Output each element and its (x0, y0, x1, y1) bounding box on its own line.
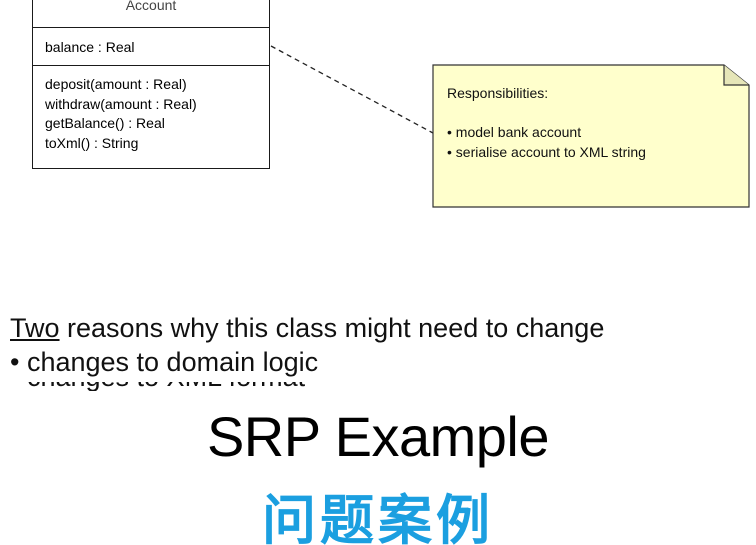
reason-item-domain-logic: • changes to domain logic (10, 347, 319, 377)
operation-deposit: deposit(amount : Real) (45, 76, 187, 92)
note-title: Responsibilities: (447, 85, 549, 101)
reason-item-xml-format: • changes to XML format (10, 382, 310, 391)
operations-compartment: deposit(amount : Real) withdraw(amount :… (45, 75, 197, 153)
class-name-compartment: Account (33, 0, 269, 28)
operation-withdraw: withdraw(amount : Real) (45, 95, 197, 112)
attributes-compartment: balance : Real (33, 28, 269, 66)
reasons-underlined-word: Two (10, 313, 60, 343)
note-item-model: • model bank account (447, 124, 582, 140)
reasons-heading-rest: reasons why this class might need to cha… (59, 313, 605, 343)
attribute-balance: balance : Real (45, 39, 135, 55)
reasons-block: Two reasons why this class might need to… (10, 311, 604, 379)
reason-item-clipped: • changes to XML format (10, 382, 310, 391)
responsibilities-note[interactable]: Responsibilities: • model bank account •… (432, 64, 750, 208)
class-name: Account (125, 0, 177, 13)
operation-get-balance: getBalance() : Real (45, 115, 165, 131)
note-item-serialise: • serialise account to XML string (447, 143, 646, 160)
reasons-heading: Two reasons why this class might need to… (10, 311, 604, 345)
uml-class-box[interactable]: Account balance : Real deposit(amount : … (32, 0, 270, 169)
slide-title: SRP Example (206, 405, 550, 468)
operation-to-xml: toXml() : String (45, 134, 139, 151)
slide-subtitle: 问题案例 (262, 491, 494, 545)
